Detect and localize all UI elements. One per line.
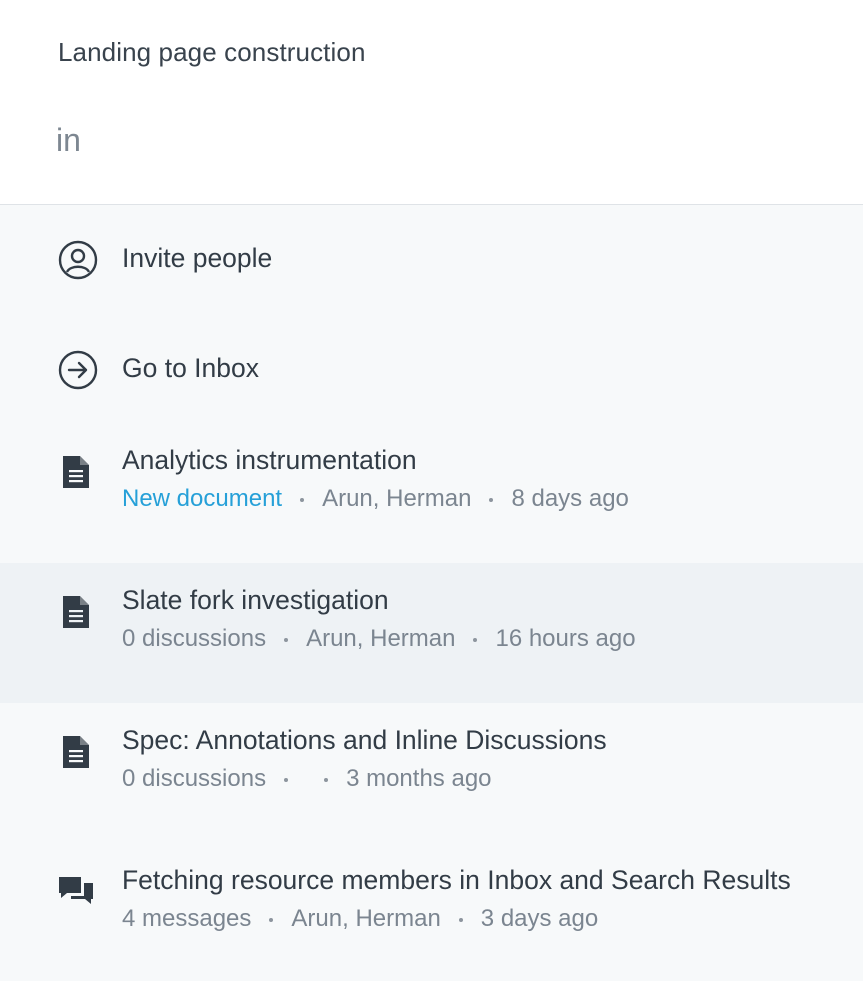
status-badge: New document [122,485,283,512]
timestamp: 3 days ago [480,905,599,932]
meta-separator [284,638,289,642]
chat-bubbles-icon [55,871,97,913]
result-title: Slate fork investigation [122,585,389,615]
invite-people-label: Invite people [122,243,273,273]
document-icon [55,451,97,493]
result-title: Analytics instrumentation [122,445,417,475]
person-circle-icon [57,239,99,281]
context-title: Landing page construction [58,37,366,67]
result-title: Fetching resource members in Inbox and S… [122,865,791,895]
timestamp: 8 days ago [511,485,629,512]
message-count: 4 messages [122,905,252,932]
participants: Arun, Herman [306,625,456,652]
discussion-count: 0 discussions [122,765,267,792]
timestamp: 16 hours ago [495,625,636,652]
result-meta: 0 discussions 3 months ago [122,765,492,793]
participants: Arun, Herman [291,905,441,932]
result-meta: 0 discussions Arun, Herman 16 hours ago [122,625,636,653]
result-item-slate-fork-investigation[interactable]: Slate fork investigation 0 discussions A… [0,563,863,703]
result-meta: New document Arun, Herman 8 days ago [122,485,629,513]
search-results-list: Invite people Go to Inbox Analytics inst… [0,205,863,981]
timestamp: 3 months ago [346,765,492,792]
invite-people-item[interactable]: Invite people [0,205,863,315]
result-meta: 4 messages Arun, Herman 3 days ago [122,905,598,933]
participants: Arun, Herman [322,485,472,512]
meta-separator [300,498,305,502]
result-item-fetching-resource-members[interactable]: Fetching resource members in Inbox and S… [0,843,863,982]
search-header: Landing page construction [0,0,863,205]
arrow-right-circle-icon [57,349,99,391]
meta-separator [284,778,289,782]
document-icon [55,591,97,633]
meta-separator [324,778,329,782]
result-item-spec-annotations[interactable]: Spec: Annotations and Inline Discussions… [0,703,863,843]
meta-separator [489,498,494,502]
meta-separator [473,638,478,642]
search-input[interactable] [56,112,816,168]
result-item-analytics-instrumentation[interactable]: Analytics instrumentation New document A… [0,423,863,563]
go-to-inbox-item[interactable]: Go to Inbox [0,315,863,423]
go-to-inbox-label: Go to Inbox [122,353,260,383]
document-icon [55,731,97,773]
meta-separator [269,918,274,922]
result-title: Spec: Annotations and Inline Discussions [122,725,607,755]
meta-separator [458,918,463,922]
discussion-count: 0 discussions [122,625,267,652]
